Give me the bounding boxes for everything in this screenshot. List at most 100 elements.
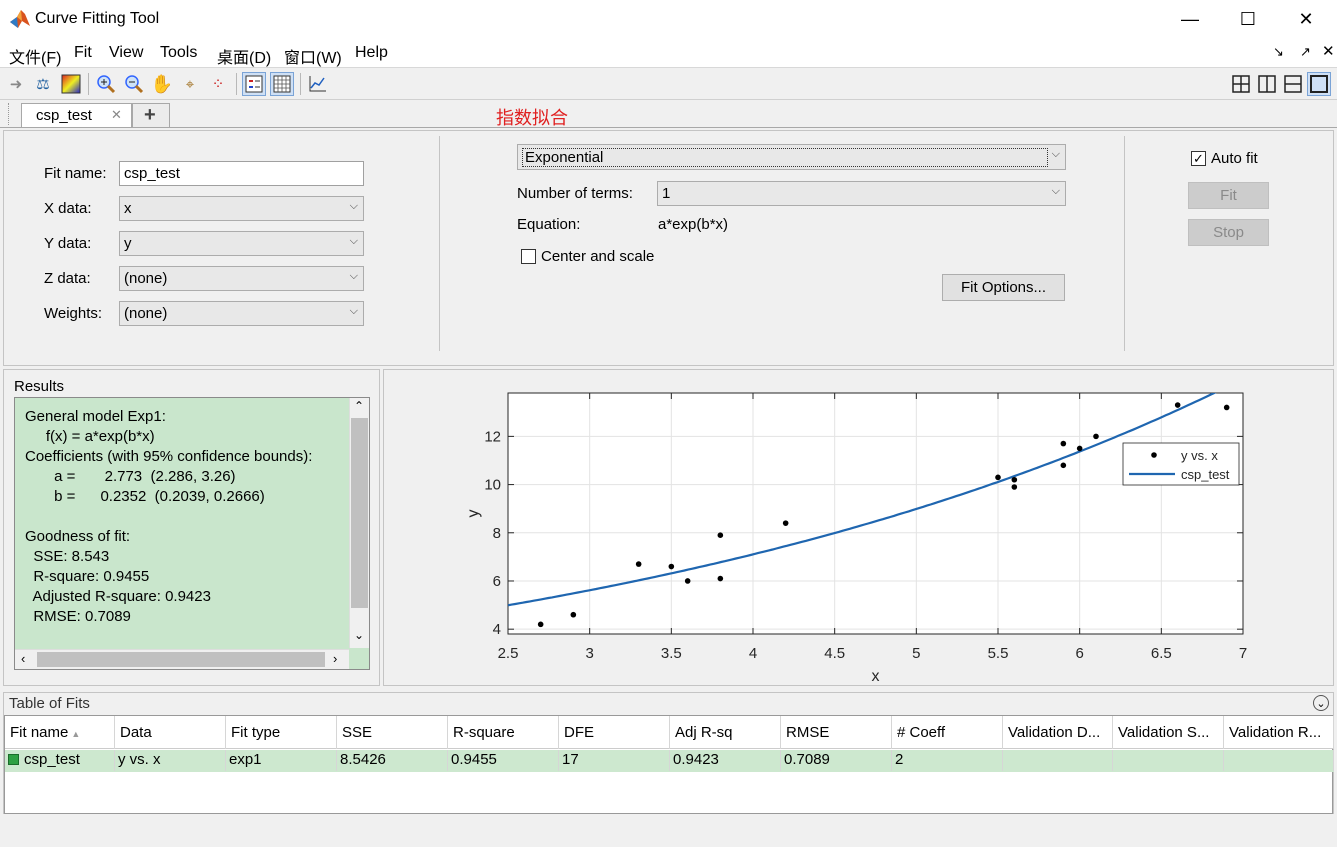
column-header[interactable]: # Coeff <box>892 716 1003 749</box>
column-header[interactable]: RMSE <box>781 716 892 749</box>
column-header[interactable]: Validation S... <box>1113 716 1224 749</box>
column-header[interactable]: Fit name ▲ <box>5 716 115 749</box>
minimize-button[interactable]: — <box>1161 0 1219 38</box>
menu-fit[interactable]: Fit <box>74 44 92 62</box>
weights-select[interactable]: (none) ⌵ <box>119 301 364 326</box>
model-type-select[interactable]: Exponential ⌵ <box>517 144 1066 170</box>
column-header[interactable]: Data <box>115 716 226 749</box>
data-point[interactable] <box>1223 404 1230 411</box>
table-cell[interactable]: 0.9423 <box>670 750 781 771</box>
layout-single-icon[interactable] <box>1307 72 1331 96</box>
table-cell[interactable]: y vs. x <box>115 750 226 771</box>
center-scale-checkbox[interactable] <box>521 249 536 264</box>
column-header[interactable]: Fit type <box>226 716 337 749</box>
stop-button[interactable]: Stop <box>1188 219 1269 246</box>
table-cell[interactable]: 17 <box>559 750 670 771</box>
data-point[interactable] <box>684 578 691 584</box>
data-point[interactable] <box>1060 462 1067 469</box>
data-plot-icon[interactable]: ⚖ <box>31 72 55 96</box>
tab-csp-test[interactable]: csp_test ✕ <box>21 103 132 128</box>
scroll-thumb[interactable] <box>351 418 368 608</box>
data-point[interactable] <box>782 520 789 526</box>
x-tick-label: 3.5 <box>661 645 682 662</box>
menu-window[interactable]: 窗口(W) <box>284 44 342 68</box>
terms-select[interactable]: 1 ⌵ <box>657 181 1066 206</box>
column-header[interactable]: Adj R-sq <box>670 716 781 749</box>
data-point[interactable] <box>1060 440 1067 447</box>
hscroll-thumb[interactable] <box>37 652 325 667</box>
menu-tools[interactable]: Tools <box>160 44 197 62</box>
data-point[interactable] <box>1076 445 1083 452</box>
results-vscroll[interactable]: ⌃ ⌄ <box>349 398 369 648</box>
zoom-in-icon[interactable] <box>94 72 118 96</box>
y-data-select[interactable]: y ⌵ <box>119 231 364 256</box>
column-header[interactable]: SSE <box>337 716 448 749</box>
table-cell[interactable]: 0.7089 <box>781 750 892 771</box>
table-cell[interactable]: csp_test <box>5 750 115 771</box>
z-data-select[interactable]: (none) ⌵ <box>119 266 364 291</box>
table-cell[interactable] <box>1113 750 1224 771</box>
data-point[interactable] <box>570 611 577 618</box>
layout-rows-icon[interactable] <box>1281 72 1305 96</box>
close-window-button[interactable]: ✕ <box>1277 0 1335 38</box>
scroll-up-icon[interactable]: ⌃ <box>354 399 364 413</box>
data-point[interactable] <box>717 532 724 538</box>
fit-button[interactable]: Fit <box>1188 182 1269 209</box>
data-point[interactable] <box>1011 484 1018 490</box>
x-data-select[interactable]: x ⌵ <box>119 196 364 221</box>
tab-close-icon[interactable]: ✕ <box>111 107 122 123</box>
colormap-icon[interactable] <box>59 72 83 96</box>
table-cell[interactable]: 2 <box>892 750 1003 771</box>
fit-name-input[interactable]: csp_test <box>119 161 364 186</box>
results-hscroll[interactable]: ‹ › <box>15 649 349 669</box>
column-header[interactable]: R-square <box>448 716 559 749</box>
scroll-left-icon[interactable]: ‹ <box>21 651 25 666</box>
menu-help[interactable]: Help <box>355 44 388 62</box>
legend-toggle-icon[interactable] <box>242 72 266 96</box>
column-header[interactable]: DFE <box>559 716 670 749</box>
scroll-right-icon[interactable]: › <box>333 651 337 666</box>
layout-columns-icon[interactable] <box>1255 72 1279 96</box>
data-point[interactable] <box>635 561 642 567</box>
undock-arrow-icon[interactable]: ↗ <box>1300 44 1311 60</box>
table-cell-text: y vs. x <box>118 751 161 768</box>
data-point[interactable] <box>995 474 1001 481</box>
table-cell[interactable] <box>1003 750 1113 771</box>
table-cell[interactable]: 0.9455 <box>448 750 559 771</box>
exclude-outliers-icon[interactable]: ⁘ <box>206 72 230 96</box>
pan-hand-icon[interactable]: ✋ <box>150 72 174 96</box>
layout-grid-icon[interactable] <box>1229 72 1253 96</box>
column-header-label: SSE <box>342 724 373 741</box>
results-text-area[interactable]: General model Exp1: f(x) = a*exp(b*x) Coe… <box>14 397 370 670</box>
menu-view[interactable]: View <box>109 44 143 62</box>
add-tab-button[interactable]: + <box>132 103 170 128</box>
menu-file[interactable]: 文件(F) <box>9 44 61 68</box>
scroll-down-icon[interactable]: ⌄ <box>354 628 364 642</box>
axes-limits-icon[interactable] <box>306 72 330 96</box>
column-header[interactable]: Validation R... <box>1224 716 1334 749</box>
table-row[interactable]: csp_test y vs. x exp1 8.5426 0.9455 17 0.9423 0… <box>5 750 1334 772</box>
data-point[interactable] <box>1011 476 1018 483</box>
auto-fit-checkbox[interactable]: ✓ <box>1191 151 1206 166</box>
table-cell[interactable]: exp1 <box>226 750 337 771</box>
data-point[interactable] <box>1093 433 1099 440</box>
title-bar: Curve Fitting Tool — ☐ ✕ <box>0 0 1337 38</box>
menu-desktop[interactable]: 桌面(D) <box>217 44 271 68</box>
data-point[interactable] <box>537 621 544 628</box>
maximize-button[interactable]: ☐ <box>1219 0 1277 38</box>
grid-toggle-icon[interactable] <box>270 72 294 96</box>
table-cell[interactable] <box>1224 750 1334 771</box>
collapse-table-icon[interactable]: ⌄ <box>1313 695 1329 711</box>
print-icon[interactable]: ➜ <box>4 72 28 96</box>
data-point[interactable] <box>668 563 675 570</box>
fit-plot[interactable]: 2.5 3 3.5 4 4.5 5 5.5 6 6.5 7 4 6 8 10 12 x y y vs. x csp_… <box>383 369 1334 686</box>
close-figure-icon[interactable]: ✕ <box>1322 42 1335 60</box>
zoom-out-icon[interactable] <box>122 72 146 96</box>
data-cursor-icon[interactable]: ⌖ <box>178 72 202 96</box>
table-cell[interactable]: 8.5426 <box>337 750 448 771</box>
fit-options-button[interactable]: Fit Options... <box>942 274 1065 301</box>
column-header[interactable]: Validation D... <box>1003 716 1113 749</box>
data-point[interactable] <box>1174 402 1181 408</box>
dock-arrow-icon[interactable]: ↘ <box>1273 44 1284 60</box>
data-point[interactable] <box>717 575 724 582</box>
